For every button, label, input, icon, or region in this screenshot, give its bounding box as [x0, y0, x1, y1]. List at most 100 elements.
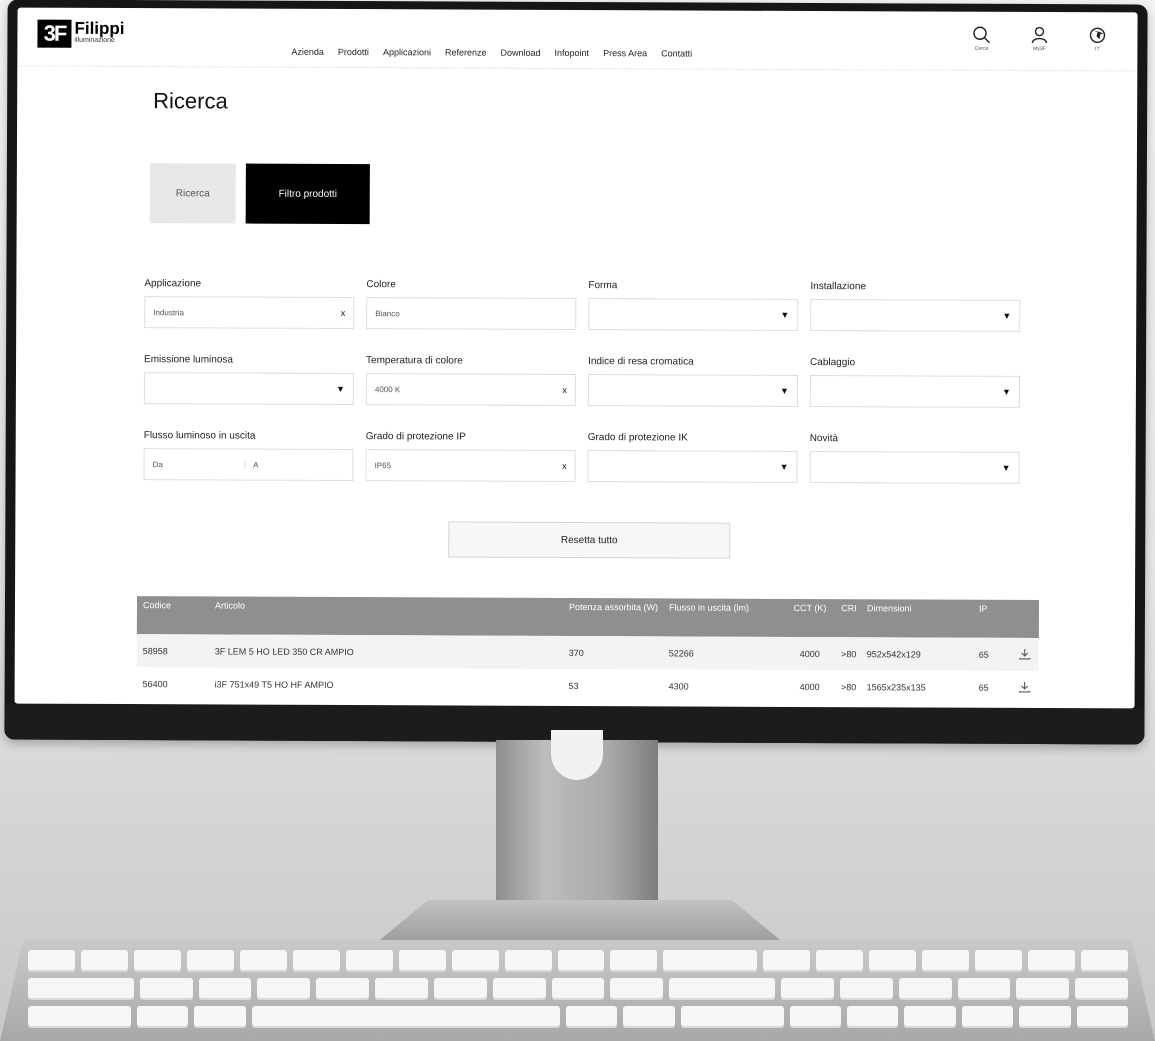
- filter-installazione: Installazione ▼: [810, 281, 1021, 332]
- ip-value: IP65: [374, 460, 392, 470]
- col-cct[interactable]: CCT (K): [789, 603, 831, 613]
- filter-ik: Grado di protezione IK ▼: [587, 432, 798, 483]
- filter-novita: Novità ▼: [809, 433, 1020, 484]
- col-cri[interactable]: CRI: [831, 603, 867, 613]
- cell-ip: 65: [978, 682, 989, 693]
- reset-all-button[interactable]: Resetta tutto: [448, 521, 731, 559]
- applicazione-select[interactable]: Industria x: [144, 296, 355, 330]
- filter-cablaggio: Cablaggio ▼: [809, 357, 1020, 408]
- account-button[interactable]: My3F: [1027, 26, 1051, 52]
- flusso-label: Flusso luminoso in uscita: [143, 430, 256, 442]
- clear-icon[interactable]: x: [562, 461, 567, 471]
- cell-flusso: 52266: [668, 647, 694, 659]
- cell-cct: 4000: [799, 681, 820, 692]
- col-flusso[interactable]: Flusso in uscita (lm): [669, 602, 789, 613]
- account-label: My3F: [1033, 45, 1046, 53]
- colore-label: Colore: [366, 279, 396, 291]
- logo-mark: 3F: [37, 19, 72, 48]
- colore-value: Bianco: [375, 308, 400, 318]
- filter-emissione: Emissione luminosa ▼: [143, 354, 354, 406]
- cell-cri: >80: [840, 681, 857, 692]
- nav-contatti[interactable]: Contatti: [661, 48, 692, 58]
- filter-applicazione: Applicazione Industria x: [144, 278, 355, 330]
- tab-filtro-prodotti[interactable]: Filtro prodotti: [245, 163, 370, 225]
- installazione-label: Installazione: [810, 281, 866, 293]
- ik-label: Grado di protezione IK: [587, 432, 688, 444]
- emissione-select[interactable]: ▼: [143, 372, 354, 406]
- col-articolo[interactable]: Articolo: [215, 600, 569, 612]
- cell-articolo[interactable]: 3F LEM 5 HO LED 350 CR AMPIO: [215, 646, 569, 658]
- col-dimensioni[interactable]: Dimensioni: [867, 603, 979, 613]
- brand-logo[interactable]: 3F Filippi illuminazione: [37, 18, 125, 48]
- installazione-select[interactable]: ▼: [810, 299, 1021, 332]
- flusso-range: Da A: [143, 448, 354, 482]
- col-codice[interactable]: Codice: [137, 600, 215, 610]
- filter-ip: Grado di protezione IP IP65 x: [365, 431, 576, 482]
- tab-ricerca[interactable]: Ricerca: [149, 163, 236, 224]
- download-icon[interactable]: [1019, 647, 1039, 661]
- cell-potenza: 370: [568, 647, 584, 658]
- main-nav: Azienda Prodotti Applicazioni Referenze …: [291, 47, 692, 59]
- clear-icon[interactable]: x: [562, 385, 567, 395]
- ip-select[interactable]: IP65 x: [365, 449, 576, 482]
- search-icon: [973, 26, 990, 44]
- emissione-label: Emissione luminosa: [144, 354, 234, 366]
- results-table: Codice Articolo Potenza assorbita (W) Fl…: [136, 596, 1040, 704]
- keyboard-keys: [28, 950, 1129, 1030]
- cablaggio-select[interactable]: ▼: [809, 375, 1020, 408]
- indice-label: Indice di resa cromatica: [588, 356, 694, 368]
- search-label: Cerca: [974, 45, 989, 52]
- chevron-down-icon: ▼: [335, 383, 345, 394]
- cell-codice: 58958: [142, 645, 168, 656]
- table-row[interactable]: 58958 3F LEM 5 HO LED 350 CR AMPIO 370 5…: [136, 634, 1039, 672]
- user-icon: [1031, 26, 1048, 44]
- utility-nav: Cerca My3F IT: [969, 26, 1109, 53]
- table-header: Codice Articolo Potenza assorbita (W) Fl…: [136, 596, 1040, 639]
- col-ip[interactable]: IP: [979, 604, 1019, 614]
- filter-form: Applicazione Industria x Colore Bianco F…: [143, 278, 1024, 510]
- nav-azienda[interactable]: Azienda: [291, 47, 324, 57]
- clear-icon[interactable]: x: [341, 308, 346, 318]
- nav-press-area[interactable]: Press Area: [603, 48, 647, 58]
- page-title: Ricerca: [153, 88, 228, 114]
- colore-select[interactable]: Bianco: [366, 297, 577, 331]
- nav-prodotti[interactable]: Prodotti: [338, 47, 369, 57]
- download-icon[interactable]: [1019, 680, 1039, 694]
- globe-icon: [1089, 27, 1106, 43]
- cell-dimensioni: 1565x235x135: [866, 681, 926, 693]
- search-button[interactable]: Cerca: [969, 26, 993, 52]
- language-label: IT: [1095, 46, 1100, 53]
- novita-select[interactable]: ▼: [809, 451, 1020, 484]
- filter-indice: Indice di resa cromatica ▼: [587, 356, 798, 407]
- nav-applicazioni[interactable]: Applicazioni: [383, 47, 431, 57]
- forma-select[interactable]: ▼: [588, 298, 799, 331]
- ik-select[interactable]: ▼: [587, 450, 798, 483]
- novita-label: Novità: [809, 433, 839, 445]
- chevron-down-icon: ▼: [1002, 310, 1012, 321]
- table-row[interactable]: 56400 i3F 751x49 T5 HO HF AMPIO 53 4300 …: [137, 667, 1039, 704]
- cell-articolo[interactable]: i3F 751x49 T5 HO HF AMPIO: [215, 679, 569, 691]
- filter-colore: Colore Bianco: [366, 279, 577, 331]
- language-button[interactable]: IT: [1085, 26, 1109, 52]
- chevron-down-icon: ▼: [779, 385, 789, 396]
- logo-text: Filippi illuminazione: [74, 18, 125, 44]
- temperatura-select[interactable]: 4000 K x: [365, 373, 576, 406]
- cell-cct: 4000: [799, 648, 820, 659]
- flusso-to-input[interactable]: A: [244, 460, 345, 470]
- stand-base: [380, 900, 780, 940]
- cell-potenza: 53: [568, 680, 579, 691]
- nav-infopoint[interactable]: Infopoint: [555, 48, 590, 58]
- indice-select[interactable]: ▼: [587, 374, 798, 407]
- applicazione-label: Applicazione: [144, 278, 202, 290]
- cell-dimensioni: 952x542x129: [866, 648, 921, 660]
- nav-download[interactable]: Download: [500, 48, 540, 58]
- monitor-screen: 3F Filippi illuminazione Azienda Prodott…: [14, 7, 1138, 709]
- filter-flusso: Flusso luminoso in uscita Da A: [143, 430, 354, 482]
- cell-cri: >80: [841, 648, 857, 659]
- col-potenza[interactable]: Potenza assorbita (W): [569, 602, 669, 612]
- nav-referenze[interactable]: Referenze: [445, 47, 487, 57]
- temperatura-label: Temperatura di colore: [366, 355, 463, 367]
- cell-codice: 56400: [142, 678, 168, 689]
- flusso-from-input[interactable]: Da: [153, 460, 245, 469]
- logo-name: Filippi: [74, 18, 125, 39]
